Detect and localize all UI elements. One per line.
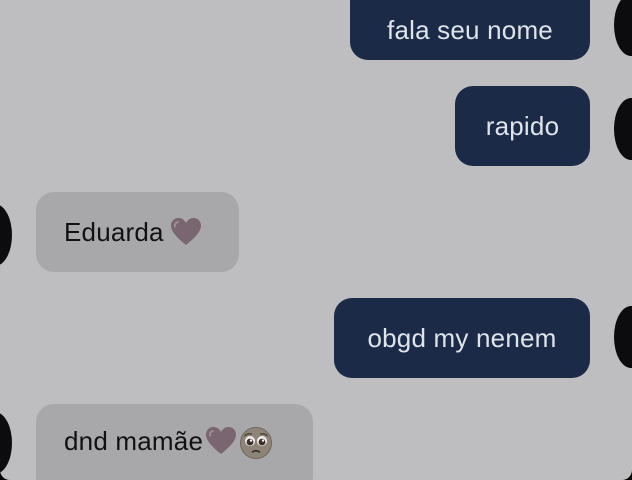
contact-avatar[interactable]	[0, 204, 12, 266]
pleading-face-icon	[240, 427, 273, 459]
message-bubble-outgoing[interactable]: obgd my nenem	[334, 298, 590, 378]
message-text: fala seu nome	[387, 14, 553, 45]
message-bubble-outgoing[interactable]: fala seu nome	[350, 0, 590, 60]
contact-avatar[interactable]	[0, 412, 12, 474]
message-text: obgd my nenem	[367, 322, 557, 353]
contact-avatar[interactable]	[614, 0, 632, 56]
message-text: dnd mamãe	[64, 426, 204, 456]
purple-heart-icon	[206, 427, 237, 454]
message-text: Eduarda	[64, 216, 164, 247]
purple-heart-icon	[170, 218, 201, 245]
contact-avatar[interactable]	[614, 306, 632, 368]
message-bubble-incoming[interactable]: Eduarda	[36, 192, 239, 272]
contact-avatar[interactable]	[614, 98, 632, 160]
message-text: rapido	[485, 110, 560, 141]
message-bubble-outgoing[interactable]: rapido	[455, 86, 590, 166]
chat-screen: fala seu nome rapido Eduarda obgd my nen…	[0, 0, 632, 480]
message-bubble-incoming[interactable]: dnd mamãe	[36, 404, 313, 480]
